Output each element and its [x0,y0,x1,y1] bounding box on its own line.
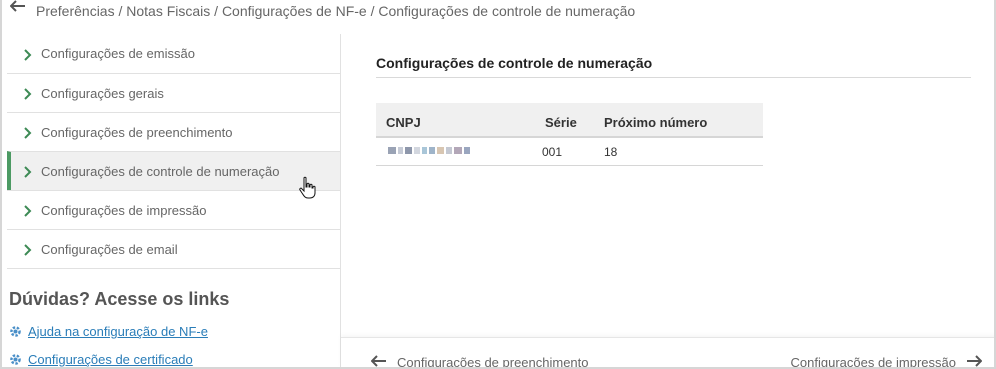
footer-nav: Configurações de preenchimento Configura… [341,337,994,369]
cell-serie: 001 [542,145,563,159]
sidebar-item-impressao[interactable]: Configurações de impressão [7,190,340,229]
chevron-right-icon [23,244,33,256]
next-page-label: Configurações de impressão [790,355,956,369]
back-arrow-icon[interactable] [9,0,26,14]
chevron-right-icon [23,127,33,139]
column-header-proximo-numero: Próximo número [604,115,708,130]
redacted-cnpj [388,147,484,155]
sidebar-item-email[interactable]: Configurações de email [7,229,340,268]
sidebar-divider [340,34,341,367]
chevron-right-icon [23,205,33,217]
table-header: CNPJ Série Próximo número [376,103,763,138]
prev-page-link[interactable]: Configurações de preenchimento [370,355,589,369]
prev-page-label: Configurações de preenchimento [397,355,589,369]
title-underline [376,77,971,78]
hand-cursor-icon [299,176,317,200]
page-title: Configurações de controle de numeração [376,55,653,71]
gear-icon [9,325,22,338]
help-link-label: Ajuda na configuração de NF-e [28,324,208,339]
next-page-link[interactable]: Configurações de impressão [790,355,983,369]
sidebar-item-gerais[interactable]: Configurações gerais [7,73,340,112]
cell-proximo-numero: 18 [604,145,618,159]
table-row[interactable]: 001 18 [376,138,763,166]
sidebar-item-label: Configurações gerais [41,85,164,101]
chevron-right-icon [23,48,33,61]
arrow-left-icon [370,355,387,367]
gear-icon [9,353,22,366]
sidebar-item-label: Configurações de email [41,241,178,257]
sidebar-item-preenchimento[interactable]: Configurações de preenchimento [7,112,340,151]
numbering-table: CNPJ Série Próximo número 001 18 [376,103,763,166]
sidebar-item-label: Configurações de emissão [41,46,195,61]
divider [7,268,340,269]
sidebar-item-label: Configurações de preenchimento [41,124,233,140]
app-frame: Preferências / Notas Fiscais / Configura… [0,0,996,369]
help-link-nfe[interactable]: Ajuda na configuração de NF-e [9,324,208,339]
sidebar-item-emissao[interactable]: Configurações de emissão [7,34,340,73]
breadcrumb-bar: Preferências / Notas Fiscais / Configura… [2,0,994,36]
sidebar-item-controle-numeracao[interactable]: Configurações de controle de numeração [7,151,340,190]
sidebar: Configurações de emissão Configurações g… [7,34,340,367]
help-link-label: Configurações de certificado [28,352,193,367]
breadcrumb: Preferências / Notas Fiscais / Configura… [36,3,636,19]
sidebar-item-label: Configurações de impressão [41,202,207,218]
chevron-right-icon [23,166,33,178]
column-header-cnpj: CNPJ [386,115,421,130]
help-link-certificado[interactable]: Configurações de certificado [9,352,193,367]
column-header-serie: Série [545,115,577,130]
help-title: Dúvidas? Acesse os links [9,289,230,309]
sidebar-item-label: Configurações de controle de numeração [41,163,280,179]
chevron-right-icon [23,88,33,100]
arrow-right-icon [966,355,983,367]
